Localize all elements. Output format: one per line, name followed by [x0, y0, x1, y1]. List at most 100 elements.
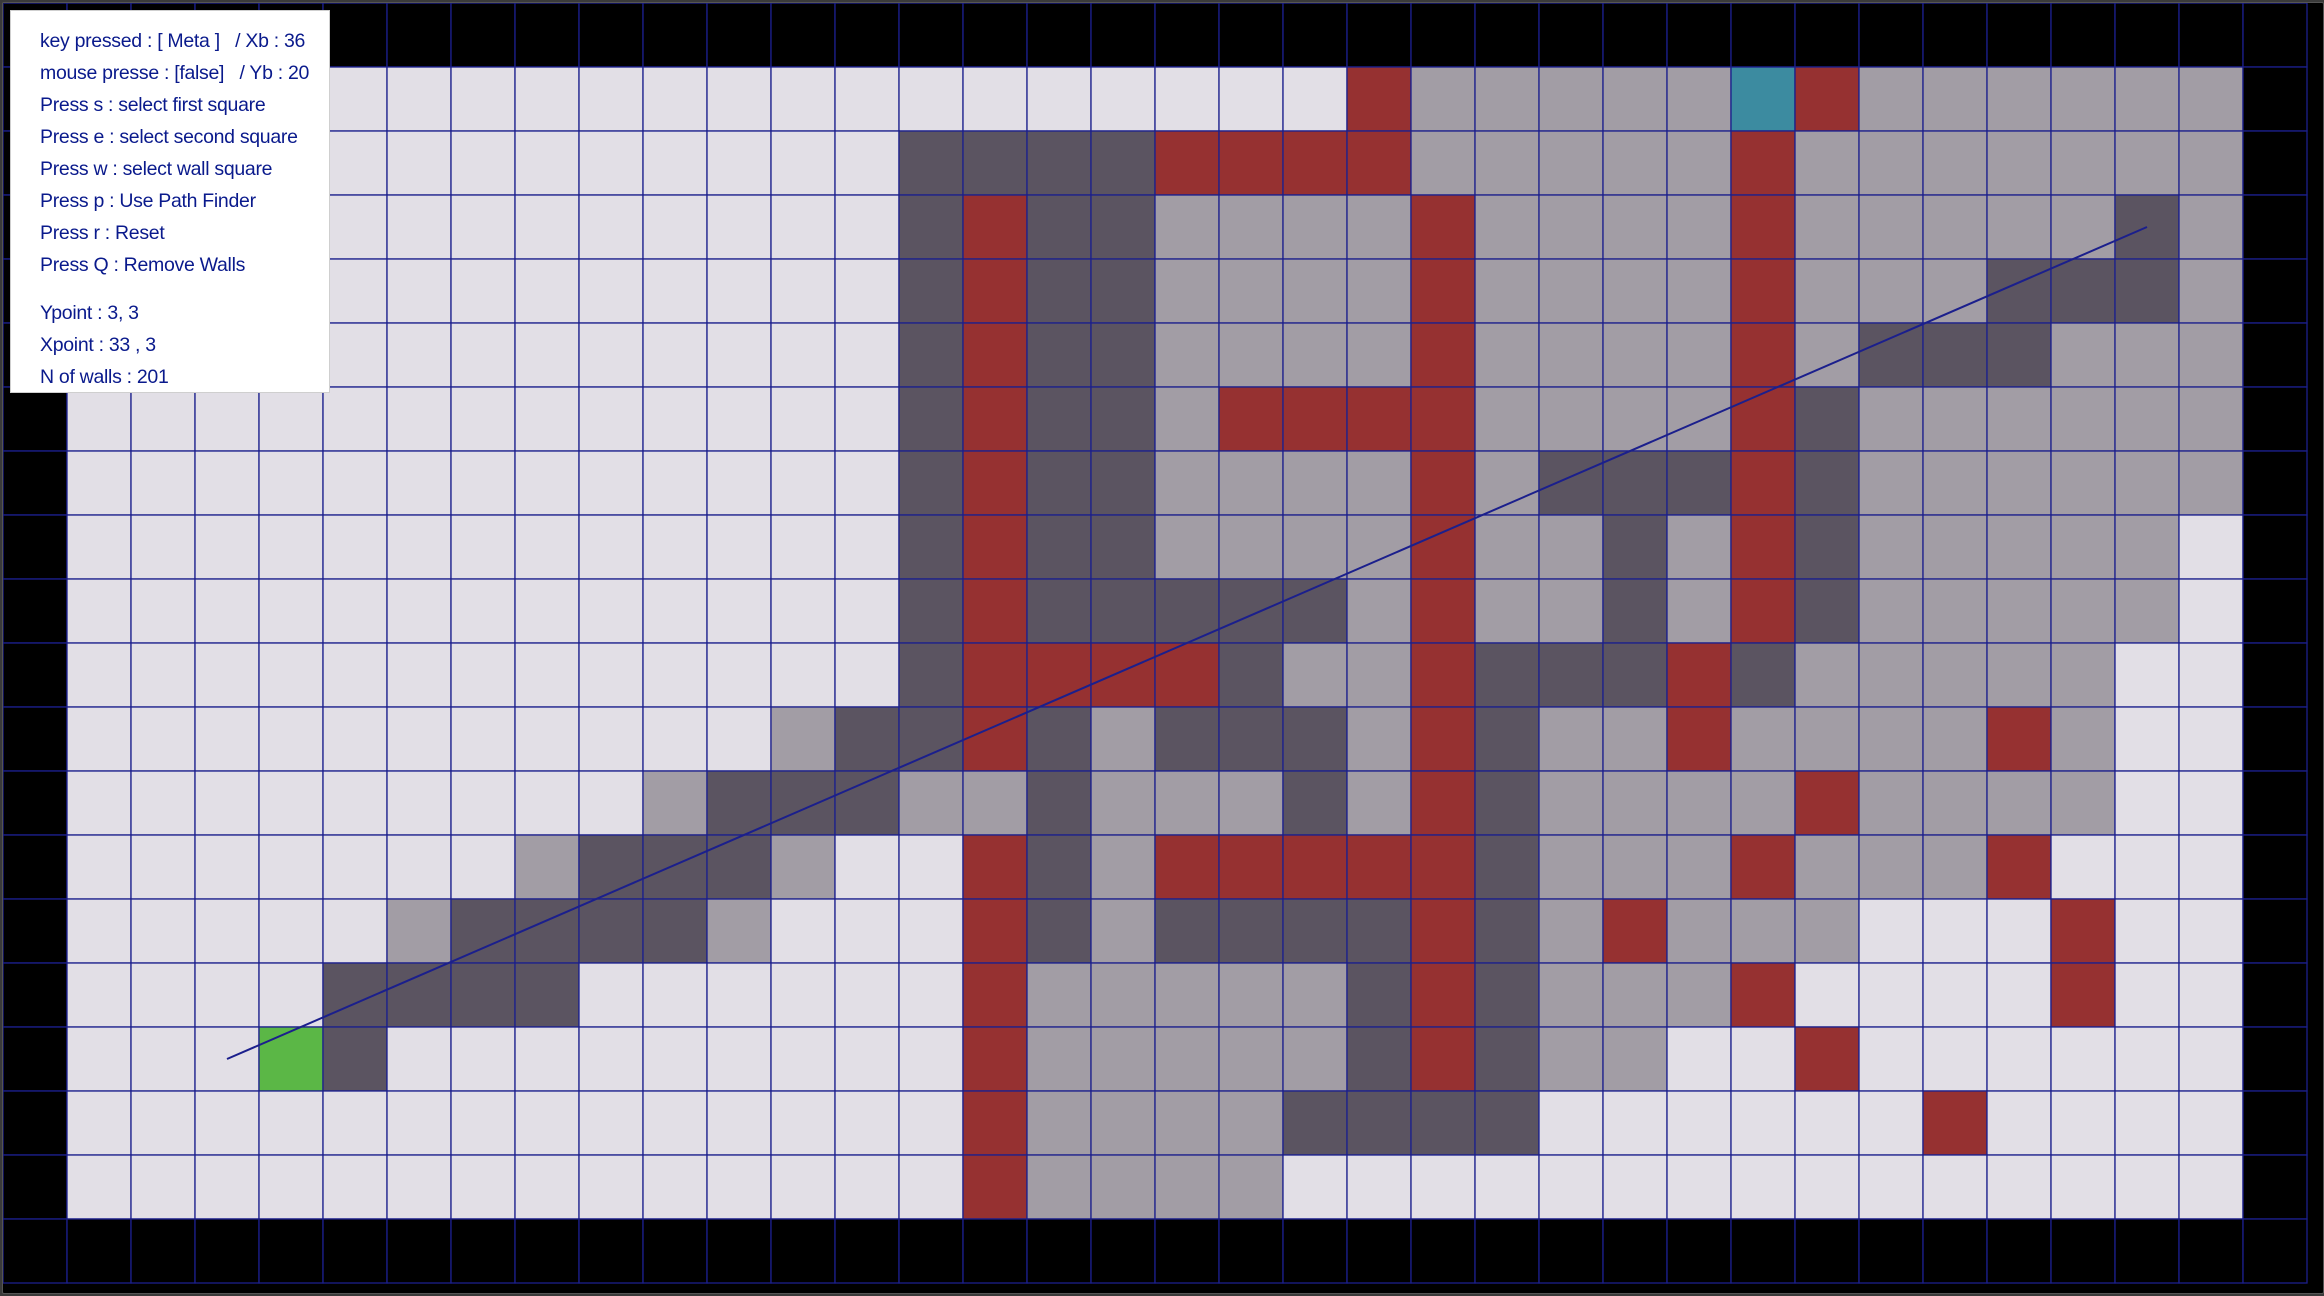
- empty-cell[interactable]: [450, 706, 516, 772]
- empty-cell[interactable]: [386, 386, 452, 452]
- path-cell[interactable]: [1474, 770, 1540, 836]
- empty-cell[interactable]: [386, 706, 452, 772]
- border-cell[interactable]: [2242, 450, 2308, 516]
- visited-cell[interactable]: [1474, 258, 1540, 324]
- empty-cell[interactable]: [1410, 1154, 1476, 1220]
- path-cell[interactable]: [1026, 514, 1092, 580]
- empty-cell[interactable]: [1794, 962, 1860, 1028]
- empty-cell[interactable]: [450, 194, 516, 260]
- visited-cell[interactable]: [1154, 1026, 1220, 1092]
- path-cell[interactable]: [1026, 578, 1092, 644]
- empty-cell[interactable]: [770, 1026, 836, 1092]
- empty-cell[interactable]: [194, 514, 260, 580]
- visited-cell[interactable]: [2050, 578, 2116, 644]
- visited-cell[interactable]: [1922, 578, 1988, 644]
- wall-cell[interactable]: [1730, 962, 1796, 1028]
- empty-cell[interactable]: [322, 130, 388, 196]
- wall-cell[interactable]: [2050, 962, 2116, 1028]
- border-cell[interactable]: [1730, 3, 1796, 68]
- wall-cell[interactable]: [1794, 1026, 1860, 1092]
- path-cell[interactable]: [1794, 578, 1860, 644]
- border-cell[interactable]: [2242, 1026, 2308, 1092]
- path-cell[interactable]: [514, 962, 580, 1028]
- visited-cell[interactable]: [1922, 258, 1988, 324]
- border-cell[interactable]: [2242, 194, 2308, 260]
- empty-cell[interactable]: [322, 1090, 388, 1156]
- empty-cell[interactable]: [898, 1090, 964, 1156]
- border-cell[interactable]: [3, 1218, 68, 1284]
- path-cell[interactable]: [1538, 450, 1604, 516]
- empty-cell[interactable]: [1538, 1090, 1604, 1156]
- visited-cell[interactable]: [1026, 1154, 1092, 1220]
- empty-cell[interactable]: [1922, 962, 1988, 1028]
- visited-cell[interactable]: [1858, 834, 1924, 900]
- empty-cell[interactable]: [578, 1090, 644, 1156]
- empty-cell[interactable]: [2114, 770, 2180, 836]
- border-cell[interactable]: [2242, 706, 2308, 772]
- visited-cell[interactable]: [1154, 450, 1220, 516]
- visited-cell[interactable]: [2178, 322, 2244, 388]
- visited-cell[interactable]: [1090, 834, 1156, 900]
- empty-cell[interactable]: [450, 322, 516, 388]
- visited-cell[interactable]: [2114, 450, 2180, 516]
- visited-cell[interactable]: [1922, 642, 1988, 708]
- path-cell[interactable]: [1090, 450, 1156, 516]
- empty-cell[interactable]: [834, 962, 900, 1028]
- visited-cell[interactable]: [1602, 770, 1668, 836]
- visited-cell[interactable]: [962, 770, 1028, 836]
- wall-cell[interactable]: [1282, 386, 1348, 452]
- empty-cell[interactable]: [514, 1026, 580, 1092]
- wall-cell[interactable]: [1730, 386, 1796, 452]
- border-cell[interactable]: [2242, 578, 2308, 644]
- empty-cell[interactable]: [834, 258, 900, 324]
- visited-cell[interactable]: [1986, 450, 2052, 516]
- empty-cell[interactable]: [706, 706, 772, 772]
- empty-cell[interactable]: [514, 642, 580, 708]
- wall-cell[interactable]: [1730, 450, 1796, 516]
- empty-cell[interactable]: [322, 770, 388, 836]
- empty-cell[interactable]: [386, 1026, 452, 1092]
- path-cell[interactable]: [1474, 962, 1540, 1028]
- empty-cell[interactable]: [2114, 962, 2180, 1028]
- visited-cell[interactable]: [1346, 706, 1412, 772]
- empty-cell[interactable]: [2178, 1090, 2244, 1156]
- border-cell[interactable]: [386, 3, 452, 68]
- visited-cell[interactable]: [2114, 66, 2180, 132]
- border-cell[interactable]: [1602, 3, 1668, 68]
- wall-cell[interactable]: [1922, 1090, 1988, 1156]
- border-cell[interactable]: [2114, 3, 2180, 68]
- visited-cell[interactable]: [1154, 1154, 1220, 1220]
- visited-cell[interactable]: [1154, 322, 1220, 388]
- empty-cell[interactable]: [770, 194, 836, 260]
- empty-cell[interactable]: [578, 450, 644, 516]
- empty-cell[interactable]: [66, 450, 132, 516]
- border-cell[interactable]: [962, 3, 1028, 68]
- visited-cell[interactable]: [1666, 898, 1732, 964]
- empty-cell[interactable]: [642, 1154, 708, 1220]
- border-cell[interactable]: [3, 386, 68, 452]
- visited-cell[interactable]: [1090, 1090, 1156, 1156]
- empty-cell[interactable]: [386, 194, 452, 260]
- empty-cell[interactable]: [322, 834, 388, 900]
- empty-cell[interactable]: [2114, 1090, 2180, 1156]
- border-cell[interactable]: [642, 1218, 708, 1284]
- empty-cell[interactable]: [578, 1154, 644, 1220]
- path-cell[interactable]: [1026, 898, 1092, 964]
- border-cell[interactable]: [1986, 1218, 2052, 1284]
- wall-cell[interactable]: [1410, 450, 1476, 516]
- path-cell[interactable]: [770, 770, 836, 836]
- border-cell[interactable]: [258, 1218, 324, 1284]
- visited-cell[interactable]: [1922, 66, 1988, 132]
- visited-cell[interactable]: [1474, 514, 1540, 580]
- wall-cell[interactable]: [1730, 194, 1796, 260]
- empty-cell[interactable]: [1922, 1026, 1988, 1092]
- empty-cell[interactable]: [450, 1090, 516, 1156]
- border-cell[interactable]: [770, 3, 836, 68]
- visited-cell[interactable]: [2050, 514, 2116, 580]
- path-cell[interactable]: [386, 962, 452, 1028]
- empty-cell[interactable]: [514, 130, 580, 196]
- path-cell[interactable]: [1410, 1090, 1476, 1156]
- border-cell[interactable]: [834, 3, 900, 68]
- visited-cell[interactable]: [1794, 130, 1860, 196]
- path-cell[interactable]: [1538, 642, 1604, 708]
